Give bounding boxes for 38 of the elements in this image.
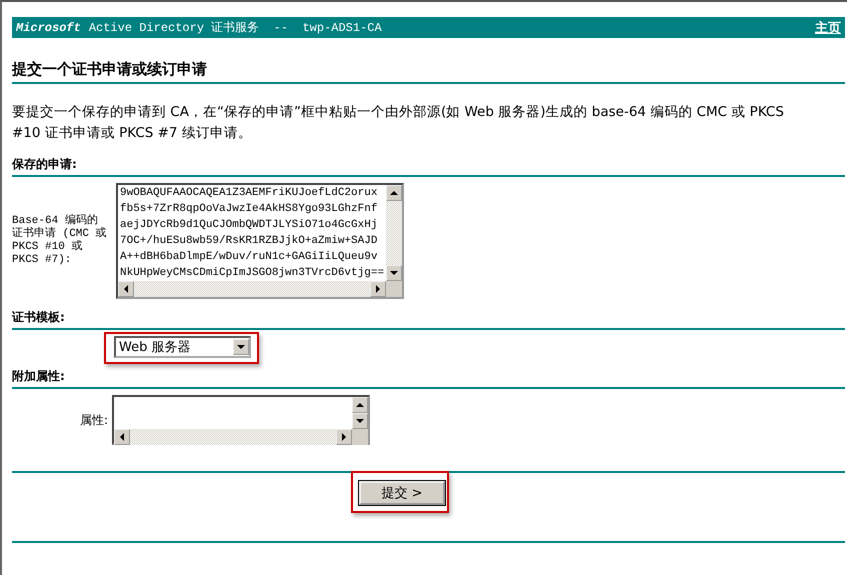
scroll-left-button[interactable] [114, 429, 130, 445]
scroll-down-button[interactable] [352, 413, 368, 429]
scroll-down-button[interactable] [233, 339, 249, 355]
home-link[interactable]: 主页 [815, 18, 841, 36]
horizontal-scrollbar[interactable] [114, 429, 352, 445]
horizontal-scrollbar[interactable] [118, 281, 386, 297]
vertical-scrollbar[interactable] [386, 185, 402, 281]
intro-text: 要提交一个保存的申请到 CA，在“保存的申请”框中粘贴一个由外部源(如 Web 服务器)生成的 base-64 编码的 CMC 或 PKCS #10 证书申请或 PKCS #7 续订申请。 [12, 103, 785, 143]
field-label: 属性: [78, 412, 108, 428]
triangle-right-icon [374, 285, 382, 293]
triangle-left-icon [122, 285, 130, 293]
scrollbar-corner [386, 281, 402, 297]
triangle-left-icon [118, 433, 126, 441]
triangle-down-icon [237, 343, 245, 351]
submit-button[interactable]: 提交 > [359, 481, 445, 505]
template-dropdown[interactable]: Web 服务器 [114, 336, 251, 358]
triangle-right-icon [340, 433, 348, 441]
section-heading: 附加属性: [12, 368, 845, 389]
field-label: Base-64 编码的证书申请 (CMC 或 PKCS #10 或 PKCS #7): [12, 215, 108, 267]
scrollbar-corner [352, 429, 368, 445]
request-text-area[interactable]: 9wOBAQUFAAOCAQEA1Z3AEMFriKUJoefLdC2orux fb5s+7ZrR8qpOoVaJwzIe4AkHS8Ygo93LGhzFnf aejJDYcRb9d1QuCJOmbQWDTJLYSiO71o4GcGxHj 7OC+/huESu8wb59/RsKR1RZBJjkO+aZmiw+SAJD A++dBH6baDlmpE/wDuv/ruN1c+GAGiIiLQueu9v NkUHpWeyCMsCDmiCpImJSGO8jwn3TVrcD6vtjg== [116, 183, 404, 299]
page-title: 提交一个证书申请或续订申请 [12, 60, 845, 84]
scroll-up-button[interactable] [352, 397, 368, 413]
attributes-text-area[interactable] [112, 395, 370, 445]
scroll-right-button[interactable] [370, 281, 386, 297]
triangle-up-icon [356, 401, 364, 409]
triangle-down-icon [390, 269, 398, 277]
scroll-right-button[interactable] [336, 429, 352, 445]
scroll-down-button[interactable] [386, 265, 402, 281]
section-heading: 证书模板: [12, 309, 845, 330]
header-title: Active Directory 证书服务 -- twp-ADS1-CA [88, 21, 382, 35]
section-heading: 保存的申请: [12, 156, 845, 177]
triangle-up-icon [390, 189, 398, 197]
brand-logo: Microsoft [16, 21, 81, 35]
vertical-scrollbar[interactable] [352, 397, 368, 429]
scroll-left-button[interactable] [118, 281, 134, 297]
triangle-down-icon [356, 417, 364, 425]
scroll-up-button[interactable] [386, 185, 402, 201]
